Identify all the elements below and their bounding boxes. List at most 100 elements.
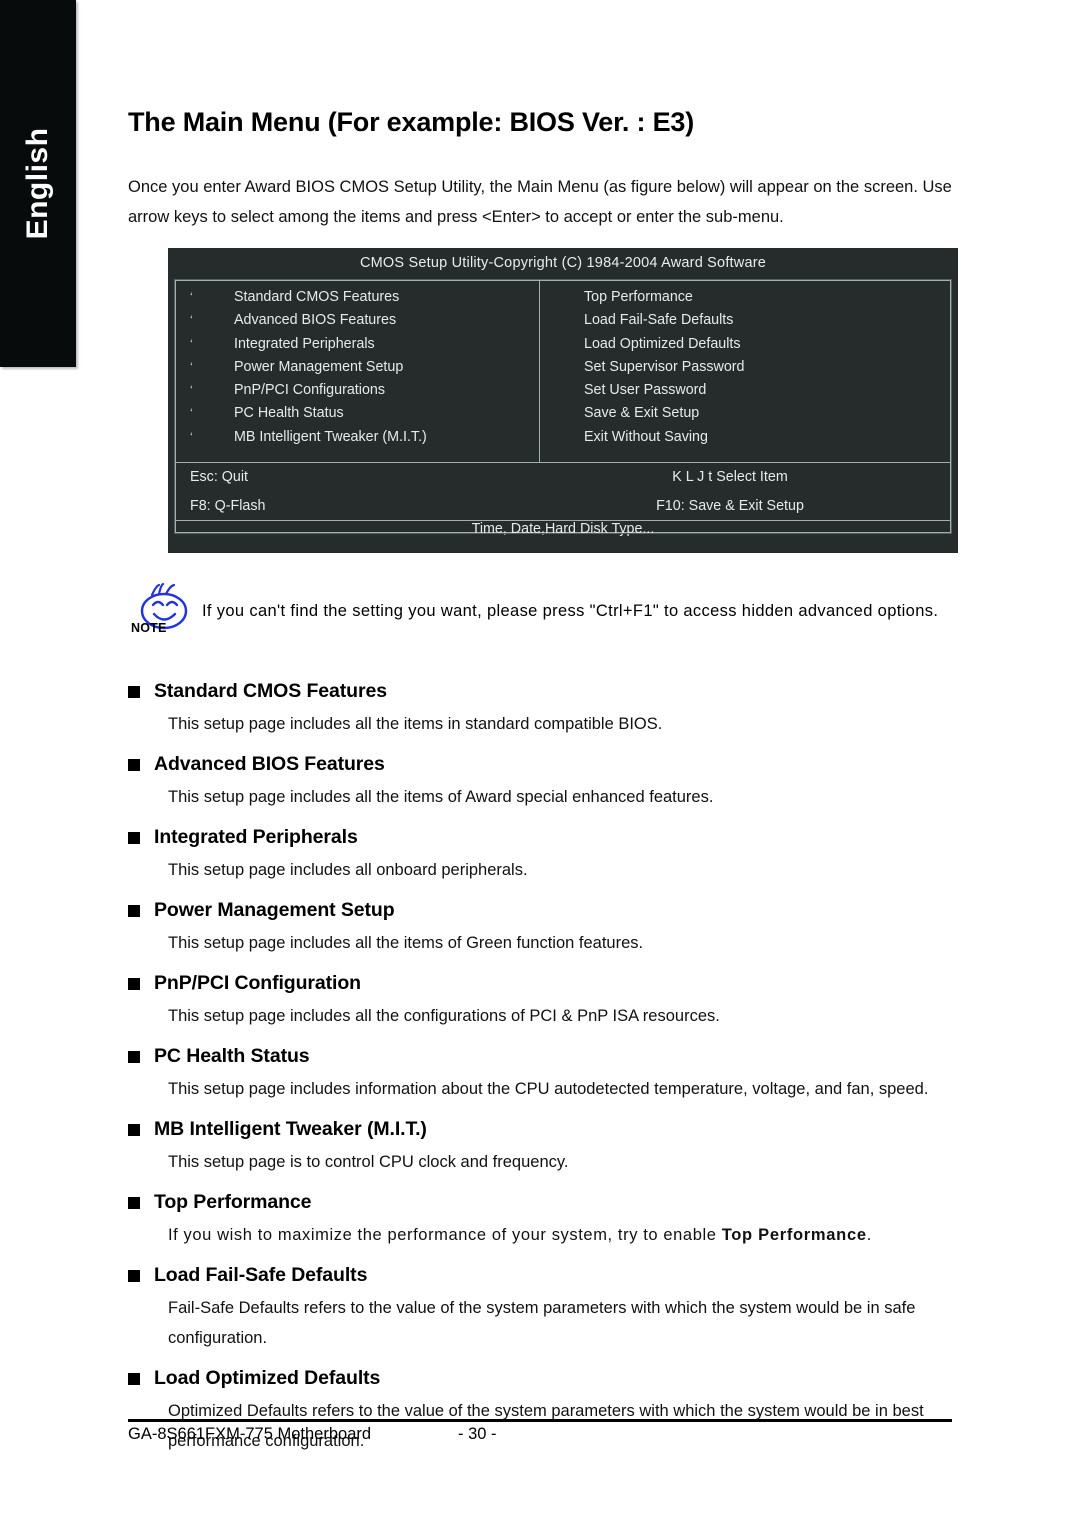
bios-menu-item[interactable]: Top Performance bbox=[584, 289, 950, 312]
bios-menu-item-label: Set User Password bbox=[584, 382, 707, 399]
section-body: This setup page includes all the items o… bbox=[168, 934, 644, 952]
bios-menu-item-label: Load Optimized Defaults bbox=[584, 335, 741, 352]
section-heading: Top Performance bbox=[128, 1191, 952, 1214]
bios-key-f10-save-exit: F10: Save & Exit Setup bbox=[656, 497, 804, 514]
bios-menu-item[interactable]: Load Fail-Safe Defaults bbox=[584, 312, 950, 335]
bios-key-row: F8: Q-Flash F10: Save & Exit Setup bbox=[176, 492, 950, 521]
bios-menu-item[interactable]: Set User Password bbox=[584, 382, 950, 405]
square-bullet-icon bbox=[128, 685, 140, 698]
section-body: This setup page is to control CPU clock … bbox=[168, 1153, 569, 1171]
bios-menu-item-label: PC Health Status bbox=[234, 405, 344, 422]
section-title: Advanced BIOS Features bbox=[154, 753, 385, 775]
footer-product-name: GA-8S661FXM-775 Motherboard bbox=[128, 1425, 372, 1443]
square-bullet-icon bbox=[128, 1196, 140, 1209]
section-title: PnP/PCI Configuration bbox=[154, 972, 361, 994]
section-heading: Integrated Peripherals bbox=[128, 826, 952, 849]
bios-screenshot-figure: CMOS Setup Utility-Copyright (C) 1984-20… bbox=[168, 248, 958, 553]
bios-menu: ‘ Standard CMOS Features ‘ Advanced BIOS… bbox=[176, 281, 950, 463]
section-body: This setup page includes all the items i… bbox=[168, 715, 663, 733]
section-body: This setup page includes all the items o… bbox=[168, 788, 714, 806]
bios-hint-bar: Time, Date,Hard Disk Type... bbox=[471, 521, 655, 537]
section-heading: MB Intelligent Tweaker (M.I.T.) bbox=[128, 1118, 952, 1141]
bios-menu-item-label: Save & Exit Setup bbox=[584, 405, 700, 422]
section-heading: PC Health Status bbox=[128, 1045, 952, 1068]
bios-menu-item-label: Top Performance bbox=[584, 289, 693, 305]
section-heading: PnP/PCI Configuration bbox=[128, 972, 952, 995]
section-title: Top Performance bbox=[154, 1191, 312, 1213]
section-title: Load Fail-Safe Defaults bbox=[154, 1264, 368, 1286]
bios-menu-left-column: ‘ Standard CMOS Features ‘ Advanced BIOS… bbox=[176, 281, 540, 462]
bios-menu-item-label: MB Intelligent Tweaker (M.I.T.) bbox=[234, 428, 427, 445]
section-body: This setup page includes all onboard per… bbox=[168, 861, 528, 879]
bios-menu-item-label: Standard CMOS Features bbox=[234, 289, 400, 305]
section-heading: Load Optimized Defaults bbox=[128, 1367, 952, 1390]
footer-page-number: - 30 - bbox=[458, 1425, 497, 1443]
bios-bullet-icon: ‘ bbox=[190, 406, 193, 421]
bios-menu-item-label: PnP/PCI Configurations bbox=[234, 382, 385, 399]
section-title: Standard CMOS Features bbox=[154, 680, 387, 702]
bios-frame: ‘ Standard CMOS Features ‘ Advanced BIOS… bbox=[174, 279, 952, 537]
bios-menu-item[interactable]: ‘ Standard CMOS Features bbox=[190, 289, 539, 312]
bios-bullet-icon: ‘ bbox=[190, 313, 193, 328]
bios-menu-item-label: Exit Without Saving bbox=[584, 428, 708, 445]
bios-menu-item[interactable]: Exit Without Saving bbox=[584, 429, 950, 452]
bios-key-f8-qflash: F8: Q-Flash bbox=[190, 497, 266, 514]
bios-bullet-icon: ‘ bbox=[190, 383, 193, 398]
sections-list: Standard CMOS Features This setup page i… bbox=[128, 680, 952, 1470]
section-title: Power Management Setup bbox=[154, 899, 395, 921]
section-title: MB Intelligent Tweaker (M.I.T.) bbox=[154, 1118, 427, 1140]
section-body: This setup page includes information abo… bbox=[168, 1080, 929, 1098]
section-body-emphasis: Top Performance bbox=[721, 1226, 867, 1244]
bios-menu-item-label: Load Fail-Safe Defaults bbox=[584, 312, 734, 329]
bios-menu-item[interactable]: ‘ PC Health Status bbox=[190, 405, 539, 428]
bios-menu-item[interactable]: Load Optimized Defaults bbox=[584, 336, 950, 359]
section-heading: Advanced BIOS Features bbox=[128, 753, 952, 776]
section-body: If you wish to maximize the performance … bbox=[168, 1220, 952, 1250]
section-body-pre: If you wish to maximize the performance … bbox=[168, 1226, 722, 1244]
section-title: Integrated Peripherals bbox=[154, 826, 358, 848]
bios-key-esc-quit: Esc: Quit bbox=[190, 469, 248, 486]
page-title: The Main Menu (For example: BIOS Ver. : … bbox=[128, 107, 695, 137]
footer-divider bbox=[128, 1419, 952, 1422]
square-bullet-icon bbox=[128, 758, 140, 771]
square-bullet-icon bbox=[128, 904, 140, 917]
bios-bullet-icon: ‘ bbox=[190, 290, 193, 304]
bios-menu-item[interactable]: ‘ Power Management Setup bbox=[190, 359, 539, 382]
square-bullet-icon bbox=[128, 831, 140, 844]
bios-bullet-icon: ‘ bbox=[190, 359, 193, 374]
bios-titlebar: CMOS Setup Utility-Copyright (C) 1984-20… bbox=[359, 255, 767, 271]
page-footer: GA-8S661FXM-775 Motherboard - 30 - bbox=[128, 1425, 952, 1444]
bios-menu-right-column: Top Performance Load Fail-Safe Defaults … bbox=[540, 281, 950, 462]
bios-menu-item[interactable]: ‘ Advanced BIOS Features bbox=[190, 312, 539, 335]
section-body: Fail-Safe Defaults refers to the value o… bbox=[168, 1299, 916, 1347]
bios-menu-item[interactable]: ‘ PnP/PCI Configurations bbox=[190, 382, 539, 405]
square-bullet-icon bbox=[128, 977, 140, 990]
bios-menu-item[interactable]: ‘ MB Intelligent Tweaker (M.I.T.) bbox=[190, 429, 539, 452]
section-body: This setup page includes all the configu… bbox=[168, 1007, 720, 1025]
bios-menu-item-label: Advanced BIOS Features bbox=[234, 312, 397, 329]
bios-key-row: Esc: Quit K L J t Select Item bbox=[176, 463, 950, 492]
section-body-post: . bbox=[866, 1226, 872, 1244]
section-heading: Power Management Setup bbox=[128, 899, 952, 922]
square-bullet-icon bbox=[128, 1269, 140, 1282]
bios-menu-item[interactable]: Save & Exit Setup bbox=[584, 405, 950, 428]
bios-bullet-icon: ‘ bbox=[190, 336, 193, 351]
bios-menu-item[interactable]: ‘ Integrated Peripherals bbox=[190, 336, 539, 359]
bios-menu-item[interactable]: Set Supervisor Password bbox=[584, 359, 950, 382]
section-title: Load Optimized Defaults bbox=[154, 1367, 381, 1389]
square-bullet-icon bbox=[128, 1372, 140, 1385]
section-heading: Standard CMOS Features bbox=[128, 680, 952, 703]
bios-menu-item-label: Power Management Setup bbox=[234, 358, 404, 375]
bios-menu-item-label: Set Supervisor Password bbox=[584, 358, 745, 375]
square-bullet-icon bbox=[128, 1050, 140, 1063]
section-heading: Load Fail-Safe Defaults bbox=[128, 1264, 952, 1287]
language-tab: English bbox=[0, 0, 76, 367]
section-title: PC Health Status bbox=[154, 1045, 310, 1067]
square-bullet-icon bbox=[128, 1123, 140, 1136]
language-tab-label: English bbox=[21, 127, 54, 240]
note-text: If you can't find the setting you want, … bbox=[202, 602, 939, 620]
intro-paragraph: Once you enter Award BIOS CMOS Setup Uti… bbox=[128, 177, 952, 226]
bios-key-select-item: K L J t Select Item bbox=[672, 469, 788, 486]
bios-bullet-icon: ‘ bbox=[190, 429, 193, 444]
bios-menu-item-label: Integrated Peripherals bbox=[234, 335, 375, 352]
